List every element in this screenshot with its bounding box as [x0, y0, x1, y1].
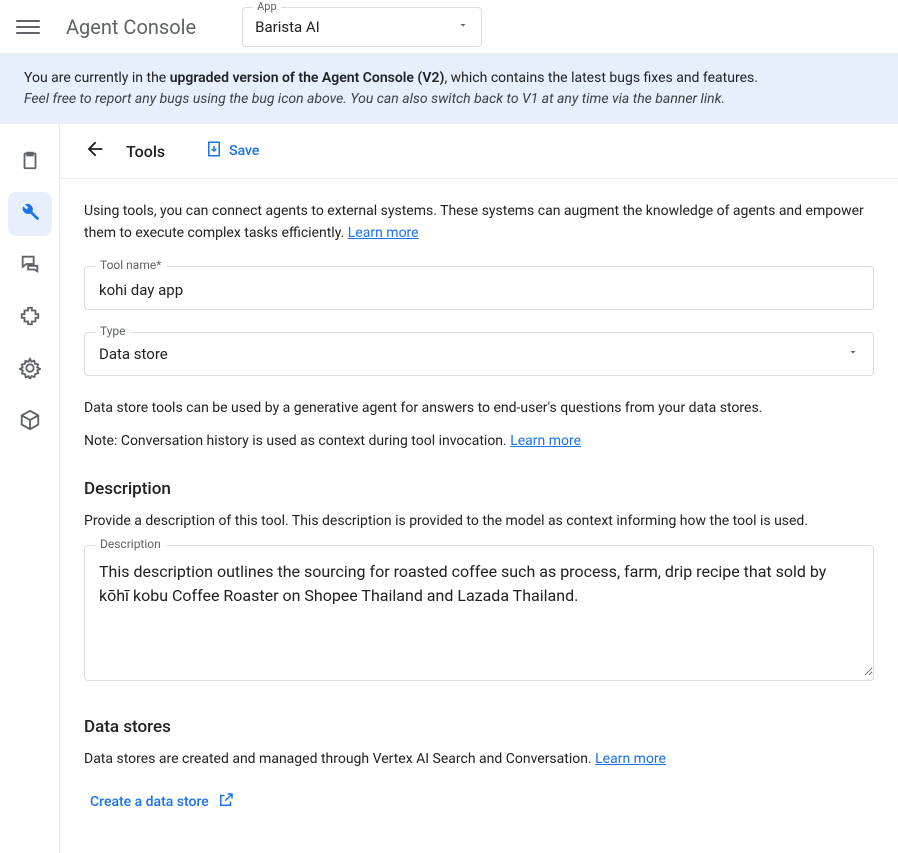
upgrade-banner: You are currently in the upgraded versio… — [0, 54, 898, 124]
description-heading: Description — [84, 479, 874, 499]
side-rail — [0, 124, 60, 853]
chat-icon — [19, 253, 41, 279]
type-value: Data store — [99, 345, 847, 363]
main-panel: Tools Save Using tools, you can connect … — [60, 124, 898, 853]
datastores-sub: Data stores are created and managed thro… — [84, 751, 874, 767]
intro-text: Using tools, you can connect agents to e… — [84, 201, 874, 244]
chevron-down-icon — [847, 346, 859, 362]
page-header: Tools Save — [60, 124, 898, 179]
type-note-learn-more-link[interactable]: Learn more — [510, 433, 581, 449]
extension-icon — [19, 305, 41, 331]
app-selector[interactable]: App Barista AI — [242, 7, 482, 47]
menu-icon[interactable] — [16, 15, 40, 39]
type-label: Type — [95, 324, 131, 338]
datastores-learn-more-link[interactable]: Learn more — [595, 751, 666, 767]
intro-learn-more-link[interactable]: Learn more — [348, 225, 419, 241]
clipboard-icon — [19, 149, 41, 175]
open-external-icon — [217, 791, 235, 813]
wrench-icon — [19, 201, 41, 227]
content: Using tools, you can connect agents to e… — [60, 179, 898, 853]
rail-tools[interactable] — [8, 192, 52, 236]
product-logo: Agent Console — [56, 15, 196, 39]
package-icon — [19, 409, 41, 435]
rail-clipboard[interactable] — [8, 140, 52, 184]
save-label: Save — [229, 143, 259, 159]
save-button[interactable]: Save — [205, 140, 259, 162]
back-button[interactable] — [84, 138, 106, 164]
description-field[interactable]: Description — [84, 545, 874, 681]
arrow-left-icon — [84, 148, 106, 164]
banner-line-2: Feel free to report any bugs using the b… — [24, 89, 874, 110]
create-datastore-label: Create a data store — [90, 794, 209, 810]
chevron-down-icon — [457, 19, 469, 35]
top-bar: Agent Console App Barista AI — [0, 0, 898, 54]
description-label: Description — [95, 537, 166, 551]
tool-name-label: Tool name* — [95, 258, 166, 272]
datastores-heading: Data stores — [84, 717, 874, 737]
rail-extension[interactable] — [8, 296, 52, 340]
save-icon — [205, 140, 223, 162]
rail-chat[interactable] — [8, 244, 52, 288]
type-note: Note: Conversation history is used as co… — [84, 433, 874, 449]
rail-settings[interactable] — [8, 348, 52, 392]
type-select[interactable]: Type Data store — [84, 332, 874, 376]
banner-line-1: You are currently in the upgraded versio… — [24, 68, 874, 89]
create-datastore-button[interactable]: Create a data store — [90, 791, 235, 813]
app-selector-value: Barista AI — [255, 18, 457, 36]
tool-name-input[interactable] — [99, 281, 859, 299]
gear-icon — [19, 357, 41, 383]
product-name: Agent Console — [66, 15, 196, 39]
app-selector-label: App — [253, 0, 281, 13]
type-help-text: Data store tools can be used by a genera… — [84, 398, 874, 419]
page-title: Tools — [126, 142, 165, 161]
description-textarea[interactable] — [85, 546, 873, 676]
tool-name-field[interactable]: Tool name* — [84, 266, 874, 310]
description-sub: Provide a description of this tool. This… — [84, 513, 874, 529]
rail-package[interactable] — [8, 400, 52, 444]
